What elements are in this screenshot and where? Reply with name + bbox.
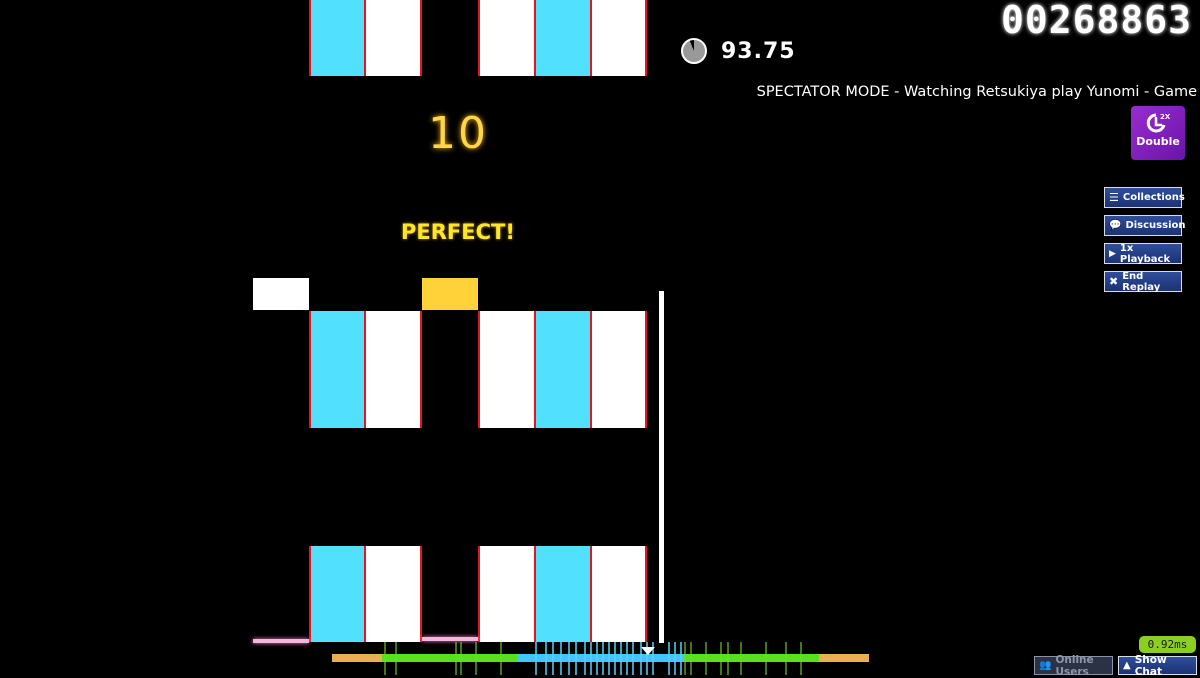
hit-error-meh-right — [819, 654, 869, 662]
hit-error-tick — [690, 642, 692, 675]
key-indicator-lane-4-pressed — [422, 278, 478, 310]
playback-label: 1x Playback — [1119, 242, 1171, 265]
hit-error-tick — [395, 642, 397, 675]
accuracy-display: 93.75 — [681, 38, 796, 64]
note — [534, 546, 591, 642]
show-chat-label: Show Chat — [1134, 653, 1167, 678]
note — [309, 311, 366, 428]
hit-error-tick — [668, 642, 670, 675]
note — [364, 0, 422, 76]
note — [478, 546, 535, 642]
spectator-status: SPECTATOR MODE - Watching Retsukiya play… — [756, 84, 1197, 100]
hit-error-tick — [684, 642, 686, 675]
hit-error-tick — [535, 642, 537, 675]
hit-error-tick — [740, 642, 742, 675]
svg-text:2X: 2X — [1160, 113, 1170, 121]
hit-error-tick — [674, 642, 676, 675]
hit-error-average-marker-icon — [641, 647, 655, 655]
discussion-button[interactable]: 💬 Discussion — [1104, 215, 1186, 236]
hit-error-tick — [620, 642, 622, 675]
note — [590, 546, 647, 642]
hit-error-tick — [596, 642, 598, 675]
chat-bubbles-icon: 💬 — [1109, 220, 1122, 231]
hit-error-tick — [560, 642, 562, 675]
collections-button[interactable]: ☰ Collections — [1104, 187, 1185, 208]
score: 00268863 — [1000, 0, 1192, 42]
combo-counter: 10 — [428, 108, 488, 159]
hit-error-tick — [552, 642, 554, 675]
playback-speed-button[interactable]: ▶ 1x Playback — [1104, 242, 1182, 265]
judgement-line — [659, 291, 664, 643]
end-replay-button[interactable]: ✖ End Replay — [1104, 270, 1182, 293]
hit-error-tick — [602, 642, 604, 675]
mod-label: Double — [1136, 135, 1180, 148]
hit-error-tick — [500, 642, 502, 675]
playfield — [253, 0, 663, 645]
online-users-button[interactable]: 👥 Online Users — [1034, 653, 1113, 678]
list-icon: ☰ — [1109, 191, 1119, 204]
clock-icon: 2X — [1146, 112, 1171, 134]
hit-error-tick — [614, 642, 616, 675]
collections-label: Collections — [1122, 192, 1185, 203]
hit-line-mid — [422, 637, 478, 641]
hit-error-tick — [590, 642, 592, 675]
note — [590, 0, 647, 76]
play-icon: ▶ — [1109, 248, 1116, 259]
accuracy-pie-icon — [681, 38, 707, 64]
hit-error-tick — [626, 642, 628, 675]
note — [590, 311, 647, 428]
hit-error-bar — [332, 654, 869, 662]
hit-error-tick — [545, 642, 547, 675]
end-replay-label: End Replay — [1122, 270, 1161, 293]
hit-error-meh-left — [332, 654, 382, 662]
hit-line-left — [253, 639, 309, 643]
hit-error-tick — [785, 642, 787, 675]
hit-error-tick — [384, 642, 386, 675]
note — [309, 0, 366, 76]
hit-error-tick — [575, 642, 577, 675]
close-icon: ✖ — [1109, 275, 1119, 288]
note — [534, 311, 591, 428]
hit-error-tick — [632, 642, 634, 675]
online-users-label: Online Users — [1055, 653, 1094, 678]
latency-badge: 0.92ms — [1139, 636, 1196, 653]
discussion-label: Discussion — [1125, 220, 1186, 231]
hit-error-tick — [568, 642, 570, 675]
note — [478, 0, 535, 76]
hit-error-tick — [455, 642, 457, 675]
hit-error-tick — [475, 642, 477, 675]
note — [364, 311, 422, 428]
hit-error-tick — [705, 642, 707, 675]
users-icon: 👥 — [1039, 660, 1052, 671]
hit-error-perfect-zone — [517, 654, 684, 662]
hit-error-tick — [800, 642, 802, 675]
hit-error-tick — [680, 642, 682, 675]
hit-error-tick — [727, 642, 729, 675]
hit-error-tick — [720, 642, 722, 675]
mod-double-time: 2X Double — [1131, 106, 1185, 160]
judgement-text: PERFECT! — [401, 220, 515, 244]
key-indicator-lane-1 — [253, 278, 309, 310]
show-chat-button[interactable]: ▲ Show Chat — [1118, 653, 1197, 678]
note — [534, 0, 591, 76]
hit-error-tick — [460, 642, 462, 675]
note — [478, 311, 535, 428]
hit-error-tick — [765, 642, 767, 675]
hit-error-tick — [584, 642, 586, 675]
hit-error-tick — [608, 642, 610, 675]
note — [309, 546, 366, 642]
chevron-up-icon: ▲ — [1123, 660, 1131, 671]
accuracy-value: 93.75 — [721, 38, 796, 64]
note — [364, 546, 422, 642]
